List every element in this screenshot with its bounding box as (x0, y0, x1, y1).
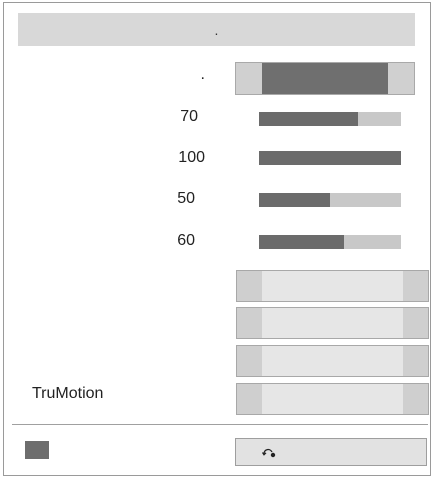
slider-2[interactable] (259, 151, 401, 165)
trumotion-prev[interactable] (237, 384, 262, 414)
panel-title-bar: . (18, 13, 415, 46)
mode-selector[interactable] (235, 62, 415, 95)
option-1-prev[interactable] (237, 271, 262, 301)
slider-2-label: 100 (178, 149, 205, 166)
option-2-prev[interactable] (237, 308, 262, 338)
slider-3-fill (259, 193, 330, 207)
mode-label: . (200, 66, 205, 83)
footer-divider (12, 424, 428, 425)
option-3-next[interactable] (403, 346, 428, 376)
mode-prev-arrow[interactable] (236, 63, 262, 94)
option-2-select[interactable] (236, 307, 429, 339)
trumotion-select[interactable] (236, 383, 429, 415)
trumotion-label: TruMotion (32, 385, 104, 402)
option-3-prev[interactable] (237, 346, 262, 376)
slider-2-fill (259, 151, 401, 165)
slider-4-label: 60 (177, 232, 195, 249)
reset-icon (261, 448, 276, 458)
slider-3[interactable] (259, 193, 401, 207)
slider-4[interactable] (259, 235, 401, 249)
option-2-next[interactable] (403, 308, 428, 338)
slider-1-fill (259, 112, 359, 126)
trumotion-next[interactable] (403, 384, 428, 414)
slider-4-fill (259, 235, 345, 249)
footer-color-key (25, 441, 49, 459)
option-3-select[interactable] (236, 345, 429, 377)
panel-title: . (214, 22, 219, 38)
slider-3-label: 50 (177, 190, 195, 207)
reset-button[interactable] (235, 438, 427, 466)
mode-next-arrow[interactable] (388, 63, 414, 94)
slider-1-label: 70 (180, 108, 198, 125)
mode-selected-segment[interactable] (262, 63, 388, 94)
option-1-next[interactable] (403, 271, 428, 301)
option-1-select[interactable] (236, 270, 429, 302)
slider-1[interactable] (259, 112, 401, 126)
